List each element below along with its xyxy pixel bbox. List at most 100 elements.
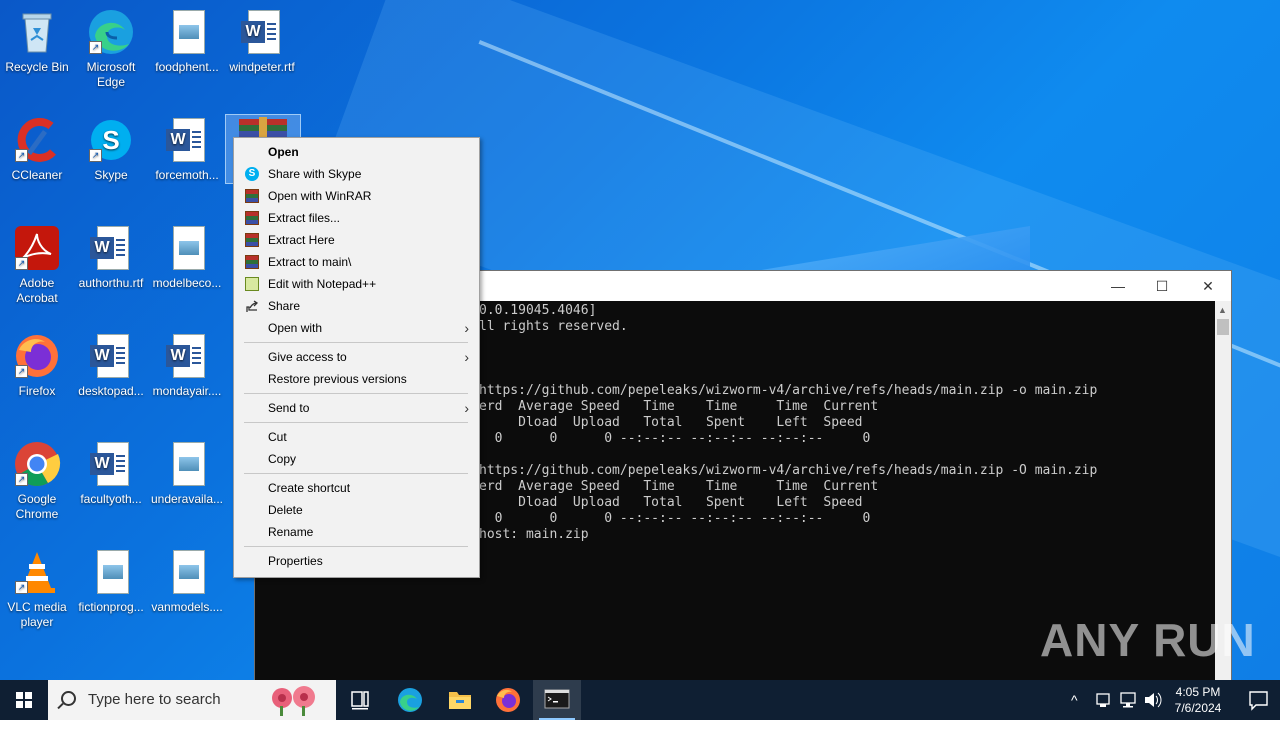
menu-item-cut[interactable]: Cut [234, 426, 479, 448]
clock-time: 4:05 PM [1175, 685, 1221, 699]
scrollbar-thumb[interactable] [1217, 319, 1229, 335]
desktop-icon-underavaila[interactable]: underavaila... [150, 440, 224, 507]
desktop-icon-fictionprog[interactable]: fictionprog... [74, 548, 148, 615]
menu-separator [244, 422, 468, 423]
taskbar-clock[interactable]: 4:05 PM 7/6/2024 [1160, 684, 1236, 716]
edge-icon [398, 688, 422, 712]
desktop-icon-modelbeco[interactable]: modelbeco... [150, 224, 224, 291]
menu-item-edit-with-notepadpp[interactable]: Edit with Notepad++ [234, 273, 479, 295]
tray-device-icon[interactable] [1094, 680, 1112, 720]
taskbar-search-box[interactable]: Type here to search [48, 680, 336, 720]
icon-label: Microsoft Edge [86, 60, 136, 89]
maximize-button[interactable]: ☐ [1139, 271, 1185, 301]
image-file-icon [163, 224, 211, 272]
desktop-icon-foodphent[interactable]: foodphent... [150, 8, 224, 75]
anyrun-watermark: ANY RUN [1040, 614, 1256, 666]
image-file-icon [87, 548, 135, 596]
desktop-icon-ccleaner[interactable]: ↗ CCleaner [0, 116, 74, 183]
start-button[interactable] [0, 680, 48, 720]
desktop-icon-vlc[interactable]: ↗ VLC media player [0, 548, 74, 630]
desktop-icon-facultyoth[interactable]: facultyoth... [74, 440, 148, 507]
menu-item-create-shortcut[interactable]: Create shortcut [234, 477, 479, 499]
menu-item-share-with-skype[interactable]: S Share with Skype [234, 163, 479, 185]
network-icon[interactable] [1118, 680, 1138, 720]
menu-item-label: Create shortcut [268, 481, 351, 495]
vlc-icon: ↗ [13, 548, 61, 596]
volume-icon[interactable] [1142, 680, 1162, 720]
shortcut-arrow-icon: ↗ [15, 149, 28, 162]
context-menu[interactable]: Open S Share with Skype Open with WinRAR … [233, 137, 480, 578]
icon-label: modelbeco... [152, 276, 222, 290]
menu-item-label: Copy [268, 452, 297, 466]
menu-item-label: Cut [268, 430, 287, 444]
menu-item-copy[interactable]: Copy [234, 448, 479, 470]
desktop-icon-desktopad[interactable]: desktopad... [74, 332, 148, 399]
minimize-button[interactable]: — [1095, 271, 1141, 301]
taskbar-command-prompt[interactable] [533, 680, 581, 720]
menu-item-share[interactable]: Share [234, 295, 479, 317]
ccleaner-icon: ↗ [13, 116, 61, 164]
close-button[interactable]: ✕ [1185, 271, 1231, 301]
shortcut-arrow-icon: ↗ [15, 473, 28, 486]
desktop-icon-skype[interactable]: S ↗ Skype [74, 116, 148, 183]
winrar-icon [245, 211, 259, 225]
console-line: Dload Upload Total Spent Left Speed [479, 495, 863, 510]
icon-label: Adobe Acrobat [16, 276, 58, 305]
console-line: https://github.com/pepeleaks/wizworm-v4/… [479, 463, 1098, 478]
desktop-icon-vanmodels[interactable]: vanmodels.... [150, 548, 224, 615]
desktop-icon-recycle-bin[interactable]: Recycle Bin [0, 8, 74, 75]
menu-separator [244, 342, 468, 343]
menu-item-open-with-winrar[interactable]: Open with WinRAR [234, 185, 479, 207]
icon-label: vanmodels.... [151, 600, 223, 614]
menu-item-extract-to-main[interactable]: Extract to main\ [234, 251, 479, 273]
menu-item-extract-files[interactable]: Extract files... [234, 207, 479, 229]
icon-label: Skype [94, 168, 128, 182]
file-explorer-icon [449, 692, 471, 709]
desktop-icon-mondayair[interactable]: mondayair.... [150, 332, 224, 399]
taskbar-edge[interactable] [386, 680, 434, 720]
desktop-icon-acrobat[interactable]: ↗ Adobe Acrobat [0, 224, 74, 306]
recycle-bin-icon [13, 8, 61, 56]
menu-item-delete[interactable]: Delete [234, 499, 479, 521]
icon-label: authorthu.rtf [78, 276, 144, 290]
desktop-icon-firefox[interactable]: ↗ Firefox [0, 332, 74, 399]
menu-item-open[interactable]: Open [234, 141, 479, 163]
console-line: 0.0.19045.4046] [479, 303, 597, 318]
console-line: ll rights reserved. [479, 319, 628, 334]
menu-separator [244, 393, 468, 394]
taskbar-file-explorer[interactable] [436, 680, 484, 720]
taskbar-firefox[interactable] [484, 680, 532, 720]
icon-label: forcemoth... [155, 168, 219, 182]
menu-item-properties[interactable]: Properties [234, 550, 479, 572]
winrar-icon [245, 255, 259, 269]
share-icon [245, 299, 259, 313]
svg-text:S: S [102, 125, 119, 155]
menu-item-open-with[interactable]: Open with › [234, 317, 479, 339]
desktop-icon-windpeter[interactable]: windpeter.rtf [225, 8, 299, 75]
chevron-right-icon: › [464, 320, 469, 336]
menu-item-label: Edit with Notepad++ [268, 277, 377, 291]
notification-icon [1249, 691, 1268, 711]
desktop-icon-chrome[interactable]: ↗ Google Chrome [0, 440, 74, 522]
menu-item-send-to[interactable]: Send to › [234, 397, 479, 419]
acrobat-icon: ↗ [13, 224, 61, 272]
desktop-icon-forcemoth[interactable]: forcemoth... [150, 116, 224, 183]
image-file-icon [163, 548, 211, 596]
scroll-up-icon[interactable]: ▲ [1218, 305, 1227, 315]
menu-separator [244, 546, 468, 547]
desktop-icon-authorthu[interactable]: authorthu.rtf [74, 224, 148, 291]
menu-item-restore-previous-versions[interactable]: Restore previous versions [234, 368, 479, 390]
menu-item-give-access-to[interactable]: Give access to › [234, 346, 479, 368]
icon-label: CCleaner [11, 168, 63, 182]
search-placeholder: Type here to search [88, 691, 221, 708]
menu-item-label: Delete [268, 503, 303, 517]
menu-item-extract-here[interactable]: Extract Here [234, 229, 479, 251]
menu-separator [244, 473, 468, 474]
icon-label: underavaila... [150, 492, 224, 506]
word-file-icon [238, 8, 286, 56]
notification-center-button[interactable] [1236, 680, 1280, 720]
menu-item-rename[interactable]: Rename [234, 521, 479, 543]
task-view-button[interactable] [336, 680, 384, 720]
show-hidden-icons-chevron[interactable]: ^ [1071, 680, 1078, 720]
desktop-icon-edge[interactable]: ↗ Microsoft Edge [74, 8, 148, 90]
